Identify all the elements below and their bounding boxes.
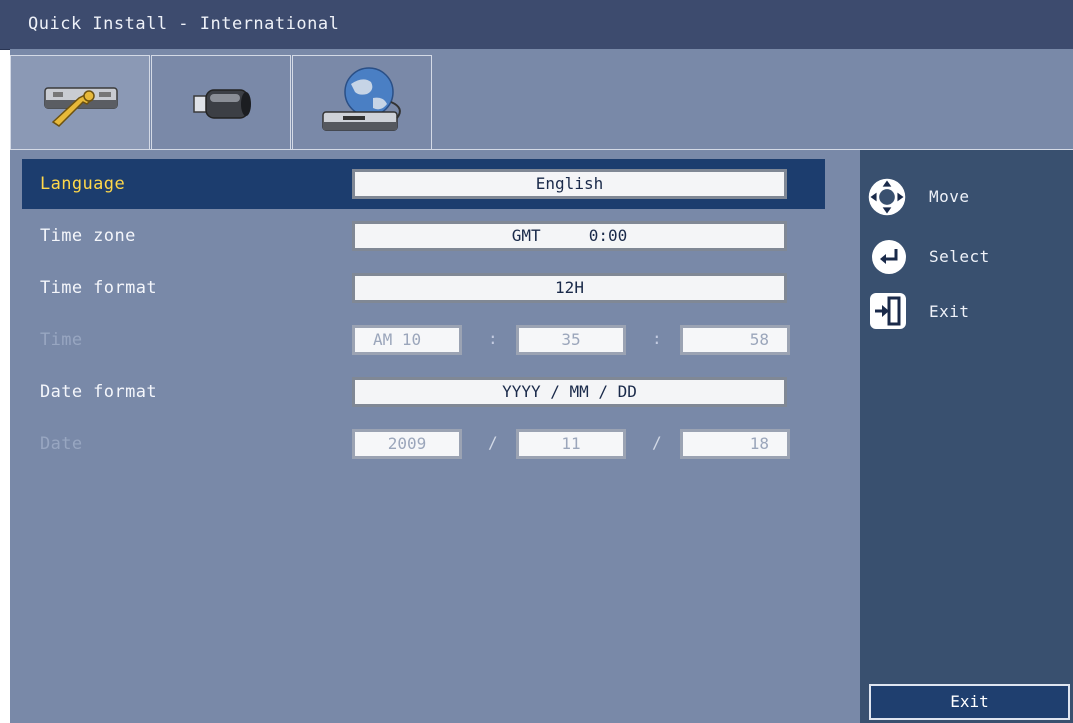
tab-network[interactable] bbox=[292, 55, 432, 149]
help-exit-text: Exit bbox=[929, 302, 970, 321]
date-separator-1: / bbox=[488, 433, 498, 452]
date-year-field: 2009 bbox=[352, 429, 462, 459]
tab-system[interactable] bbox=[10, 55, 150, 149]
row-language[interactable]: Language English bbox=[22, 159, 825, 209]
time-second-field: 58 bbox=[680, 325, 790, 355]
wrench-recorder-icon bbox=[44, 87, 118, 127]
time-label: Time bbox=[40, 330, 83, 350]
row-timeformat[interactable]: Time format 12H bbox=[22, 263, 825, 313]
date-label: Date bbox=[40, 434, 83, 454]
enter-icon bbox=[872, 240, 906, 274]
exit-door-icon bbox=[870, 293, 906, 329]
help-exit: Exit bbox=[867, 292, 1067, 332]
tab-camera[interactable] bbox=[151, 55, 291, 149]
help-move: Move bbox=[867, 177, 1067, 217]
help-select-text: Select bbox=[929, 247, 990, 266]
timezone-label: Time zone bbox=[40, 226, 136, 246]
time-separator-2: : bbox=[652, 329, 662, 348]
row-time: Time AM 10 : 35 : 58 bbox=[22, 315, 825, 365]
time-minute-field: 35 bbox=[516, 325, 626, 355]
language-label: Language bbox=[40, 174, 126, 194]
arrow-pad-icon bbox=[868, 178, 906, 216]
camera-icon bbox=[193, 89, 251, 119]
row-dateformat[interactable]: Date format YYYY / MM / DD bbox=[22, 367, 825, 417]
date-separator-2: / bbox=[652, 433, 662, 452]
help-panel: Move Select Exit bbox=[860, 150, 1073, 723]
time-separator-1: : bbox=[488, 329, 498, 348]
date-month-field: 11 bbox=[516, 429, 626, 459]
date-day-field: 18 bbox=[680, 429, 790, 459]
window-title: Quick Install - International bbox=[28, 14, 340, 34]
title-bar: Quick Install - International bbox=[0, 0, 1073, 50]
help-select: Select bbox=[867, 237, 1067, 277]
row-timezone[interactable]: Time zone GMT 0:00 bbox=[22, 211, 825, 261]
globe-network-icon bbox=[322, 67, 401, 131]
row-date: Date 2009 / 11 / 18 bbox=[22, 419, 825, 469]
time-hour-field: AM 10 bbox=[352, 325, 462, 355]
exit-button[interactable]: Exit bbox=[869, 684, 1070, 720]
timeformat-select[interactable]: 12H bbox=[352, 273, 787, 303]
dateformat-select[interactable]: YYYY / MM / DD bbox=[352, 377, 787, 407]
timeformat-label: Time format bbox=[40, 278, 157, 298]
dateformat-label: Date format bbox=[40, 382, 157, 402]
help-move-text: Move bbox=[929, 187, 970, 206]
language-select[interactable]: English bbox=[352, 169, 787, 199]
timezone-select[interactable]: GMT 0:00 bbox=[352, 221, 787, 251]
window-left-edge bbox=[0, 0, 10, 723]
